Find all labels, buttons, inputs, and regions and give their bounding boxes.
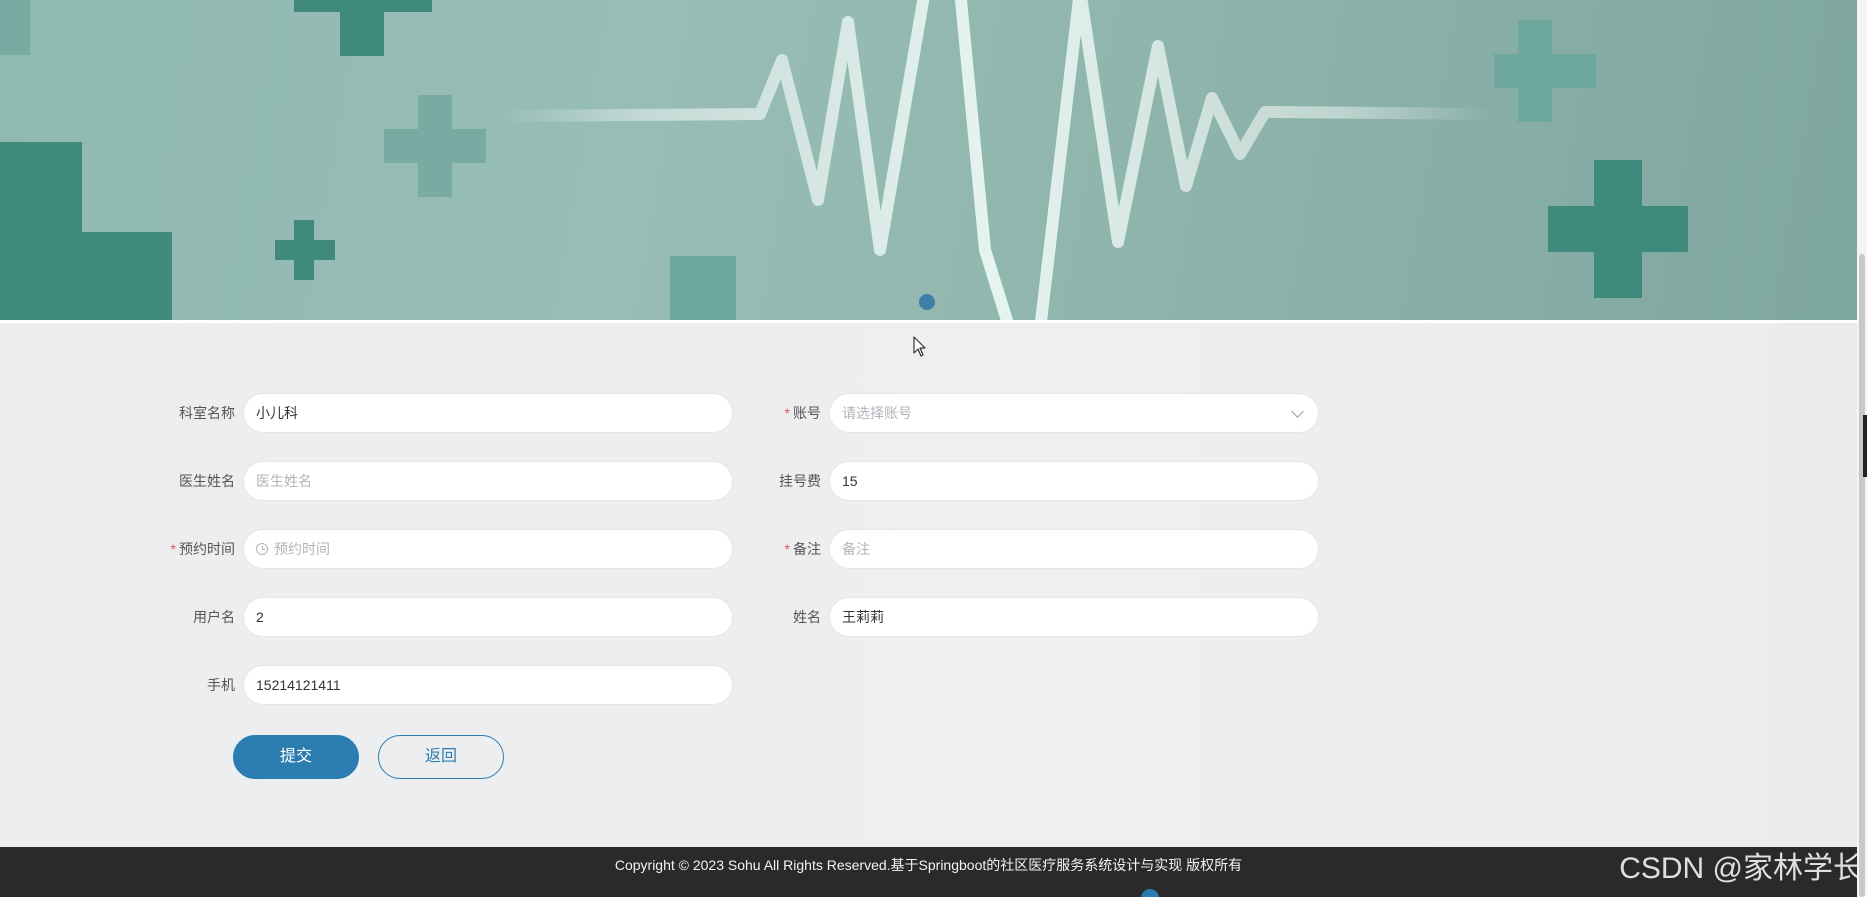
- registration-fee-label: 挂号费: [779, 473, 821, 489]
- appointment-time-picker[interactable]: 预约时间: [243, 529, 733, 569]
- appointment-time-label-wrap: * 预约时间: [0, 529, 235, 569]
- phone-input[interactable]: [243, 665, 733, 705]
- page-scrollbar[interactable]: [1857, 0, 1867, 897]
- full-name-input[interactable]: [829, 597, 1319, 637]
- submit-button[interactable]: 提交: [233, 735, 359, 779]
- decor-cross: [294, 0, 432, 56]
- remark-placeholder: 备注: [842, 541, 870, 557]
- back-to-top-dot[interactable]: [1141, 889, 1159, 897]
- scrollbar-marker: [1863, 415, 1867, 477]
- remark-input[interactable]: 备注: [829, 529, 1319, 569]
- chevron-down-icon: [1291, 405, 1304, 418]
- doctor-name-label-wrap: 医生姓名: [0, 461, 235, 501]
- account-label-wrap: * 账号: [740, 393, 821, 433]
- remark-label-wrap: * 备注: [740, 529, 821, 569]
- doctor-name-placeholder: 医生姓名: [256, 473, 312, 489]
- decor-cross: [384, 95, 486, 197]
- carousel-indicator-dot[interactable]: [919, 294, 935, 310]
- department-name-input[interactable]: [243, 393, 733, 433]
- department-name-label-wrap: 科室名称: [0, 393, 235, 433]
- csdn-watermark: CSDN @家林学长: [1619, 852, 1863, 885]
- registration-fee-input[interactable]: [829, 461, 1319, 501]
- decor-cross: [1548, 160, 1688, 298]
- decor-cross: [1494, 20, 1596, 122]
- banner-medical-graphic: [0, 0, 1688, 320]
- registration-fee-label-wrap: 挂号费: [740, 461, 821, 501]
- appointment-time-placeholder: 预约时间: [274, 541, 330, 557]
- username-label: 用户名: [193, 609, 235, 625]
- clock-icon: [256, 543, 268, 555]
- appointment-form: 科室名称 *账号 请选择账号 医生姓名 医生姓名 挂号费 *预约时间 预约时间: [0, 323, 1857, 847]
- full-name-label: 姓名: [793, 609, 821, 625]
- page-root: 科室名称 *账号 请选择账号 医生姓名 医生姓名 挂号费 *预约时间 预约时间: [0, 0, 1867, 897]
- banner-carousel: [0, 0, 1857, 320]
- decor-square: [670, 256, 736, 320]
- heartbeat-line: [494, 0, 1496, 320]
- decor-square: [0, 0, 30, 55]
- decor-cross: [275, 220, 335, 280]
- account-select-placeholder: 请选择账号: [842, 405, 912, 421]
- full-name-label-wrap: 姓名: [740, 597, 821, 637]
- footer: Copyright © 2023 Sohu All Rights Reserve…: [0, 847, 1867, 897]
- back-button[interactable]: 返回: [378, 735, 504, 779]
- doctor-name-label: 医生姓名: [179, 473, 235, 489]
- appointment-time-label: * 预约时间: [170, 541, 235, 557]
- remark-label: * 备注: [784, 541, 821, 557]
- account-select[interactable]: 请选择账号: [829, 393, 1319, 433]
- mouse-cursor-icon: [913, 336, 926, 357]
- scrollbar-thumb[interactable]: [1859, 254, 1865, 897]
- decor-block: [82, 232, 172, 320]
- username-input[interactable]: [243, 597, 733, 637]
- phone-label: 手机: [207, 677, 235, 693]
- doctor-name-input[interactable]: 医生姓名: [243, 461, 733, 501]
- decor-block: [0, 142, 82, 320]
- account-label: * 账号: [784, 405, 821, 421]
- phone-label-wrap: 手机: [0, 665, 235, 705]
- footer-copyright: Copyright © 2023 Sohu All Rights Reserve…: [614, 857, 1243, 873]
- department-name-label: 科室名称: [179, 405, 235, 421]
- username-label-wrap: 用户名: [0, 597, 235, 637]
